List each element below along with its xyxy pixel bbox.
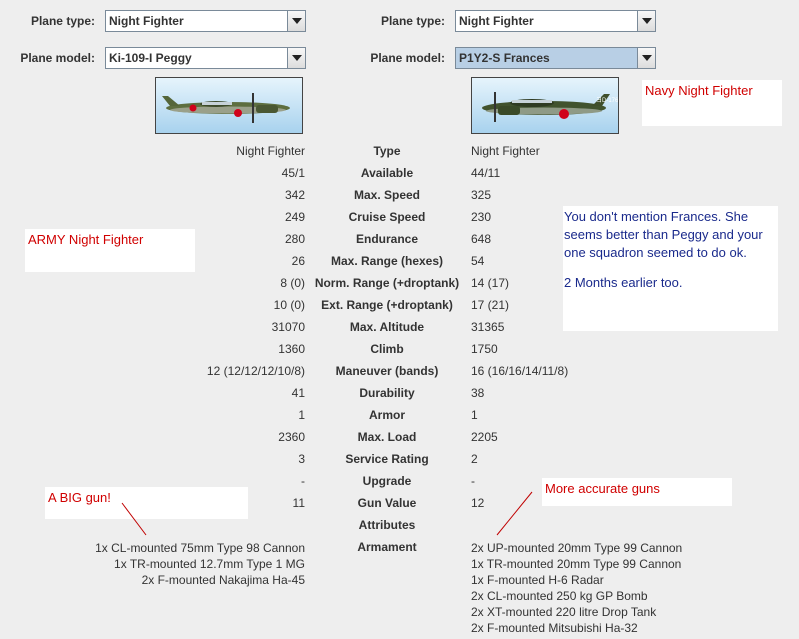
stat-row: 280 Endurance 648	[0, 228, 799, 250]
stat-label: Max. Range (hexes)	[330, 254, 444, 268]
left-armament-item: 1x TR-mounted 12.7mm Type 1 MG	[114, 557, 305, 571]
stat-left-value: 10 (0)	[273, 298, 305, 312]
stat-label: Durability	[359, 386, 415, 400]
stat-label: Attributes	[358, 518, 416, 532]
stat-left-value: -	[301, 474, 305, 488]
stat-left-value: 1360	[278, 342, 305, 356]
stat-row: - Upgrade -	[0, 470, 799, 492]
stat-left-value: 31070	[271, 320, 305, 334]
stat-left-value: 2360	[278, 430, 305, 444]
stat-row: 11 Gun Value 12	[0, 492, 799, 514]
stat-left-value: 342	[284, 188, 305, 202]
stat-label: Ext. Range (+droptank)	[321, 298, 453, 312]
stat-right-value: 230	[471, 210, 492, 224]
stat-right-value: 1750	[471, 342, 498, 356]
right-armament-item: 2x XT-mounted 220 litre Drop Tank	[471, 605, 657, 619]
stat-right-value: 2205	[471, 430, 498, 444]
stat-right-value: Night Fighter	[471, 144, 540, 158]
stat-label: Armor	[368, 408, 405, 422]
stat-right-value: 14 (17)	[471, 276, 510, 290]
stat-left-value: 45/1	[281, 166, 305, 180]
stat-row: 1 Armor 1	[0, 404, 799, 426]
armament-label: Armament	[357, 540, 417, 554]
stat-row: Night Fighter Type Night Fighter	[0, 140, 799, 162]
right-armament-item: 1x TR-mounted 20mm Type 99 Cannon	[471, 557, 682, 571]
stat-label: Max. Speed	[353, 188, 421, 202]
right-armament-item: 1x F-mounted H-6 Radar	[471, 573, 604, 587]
stat-label: Cruise Speed	[348, 210, 426, 224]
stat-left-value: 12 (12/12/12/10/8)	[206, 364, 305, 378]
stat-right-value: -	[471, 474, 475, 488]
stat-row: 41 Durability 38	[0, 382, 799, 404]
right-armament-list: 2x UP-mounted 20mm Type 99 Cannon 1x TR-…	[471, 540, 682, 636]
stat-label: Upgrade	[362, 474, 412, 488]
stat-label: Max. Load	[357, 430, 417, 444]
stat-label: Climb	[370, 342, 404, 356]
stat-row: 8 (0) Norm. Range (+droptank) 14 (17)	[0, 272, 799, 294]
stat-row: 31070 Max. Altitude 31365	[0, 316, 799, 338]
stat-right-value: 31365	[471, 320, 505, 334]
stat-left-value: 8 (0)	[280, 276, 305, 290]
stat-right-value: 54	[471, 254, 485, 268]
left-armament-item: 1x CL-mounted 75mm Type 98 Cannon	[95, 541, 305, 555]
stat-right-value: 1	[471, 408, 478, 422]
right-armament-item: 2x UP-mounted 20mm Type 99 Cannon	[471, 541, 683, 555]
stat-row: 12 (12/12/12/10/8) Maneuver (bands) 16 (16…	[0, 360, 799, 382]
right-armament-item: 2x CL-mounted 250 kg GP Bomb	[471, 589, 648, 603]
stat-row: Attributes	[0, 514, 799, 536]
stat-right-value: 16 (16/16/14/11/8)	[471, 364, 569, 378]
stat-right-value: 44/11	[471, 166, 501, 180]
stat-row: 45/1 Available 44/11	[0, 162, 799, 184]
stat-right-value: 12	[471, 496, 485, 510]
stat-left-value: 249	[284, 210, 305, 224]
stat-row: 1360 Climb 1750	[0, 338, 799, 360]
stat-row: 342 Max. Speed 325	[0, 184, 799, 206]
stat-left-value: 3	[298, 452, 305, 466]
stat-label: Maneuver (bands)	[335, 364, 439, 378]
stat-right-value: 38	[471, 386, 485, 400]
stat-row: 2360 Max. Load 2205	[0, 426, 799, 448]
stat-left-value: 26	[291, 254, 305, 268]
stat-row: 26 Max. Range (hexes) 54	[0, 250, 799, 272]
stat-left-value: 1	[298, 408, 305, 422]
stat-right-value: 648	[471, 232, 492, 246]
stat-left-value: 11	[292, 496, 305, 510]
stat-right-value: 325	[471, 188, 492, 202]
stat-row: 3 Service Rating 2	[0, 448, 799, 470]
stat-label: Available	[360, 166, 414, 180]
stat-right-value: 17 (21)	[471, 298, 510, 312]
stat-label: Norm. Range (+droptank)	[314, 276, 460, 290]
stat-row: 249 Cruise Speed 230	[0, 206, 799, 228]
left-armament-list: 1x CL-mounted 75mm Type 98 Cannon 1x TR-…	[95, 540, 305, 588]
stat-label: Service Rating	[345, 452, 429, 466]
stat-label: Type	[373, 144, 401, 158]
right-armament-item: 2x F-mounted Mitsubishi Ha-32	[471, 621, 638, 635]
stat-right-value: 2	[471, 452, 478, 466]
left-armament-item: 2x F-mounted Nakajima Ha-45	[141, 573, 305, 587]
stat-label: Max. Altitude	[349, 320, 425, 334]
stat-left-value: Night Fighter	[236, 144, 305, 158]
stat-left-value: 280	[284, 232, 305, 246]
stat-label: Endurance	[355, 232, 418, 246]
stat-left-value: 41	[291, 386, 305, 400]
stat-row: 10 (0) Ext. Range (+droptank) 17 (21)	[0, 294, 799, 316]
stat-label: Gun Value	[357, 496, 417, 510]
